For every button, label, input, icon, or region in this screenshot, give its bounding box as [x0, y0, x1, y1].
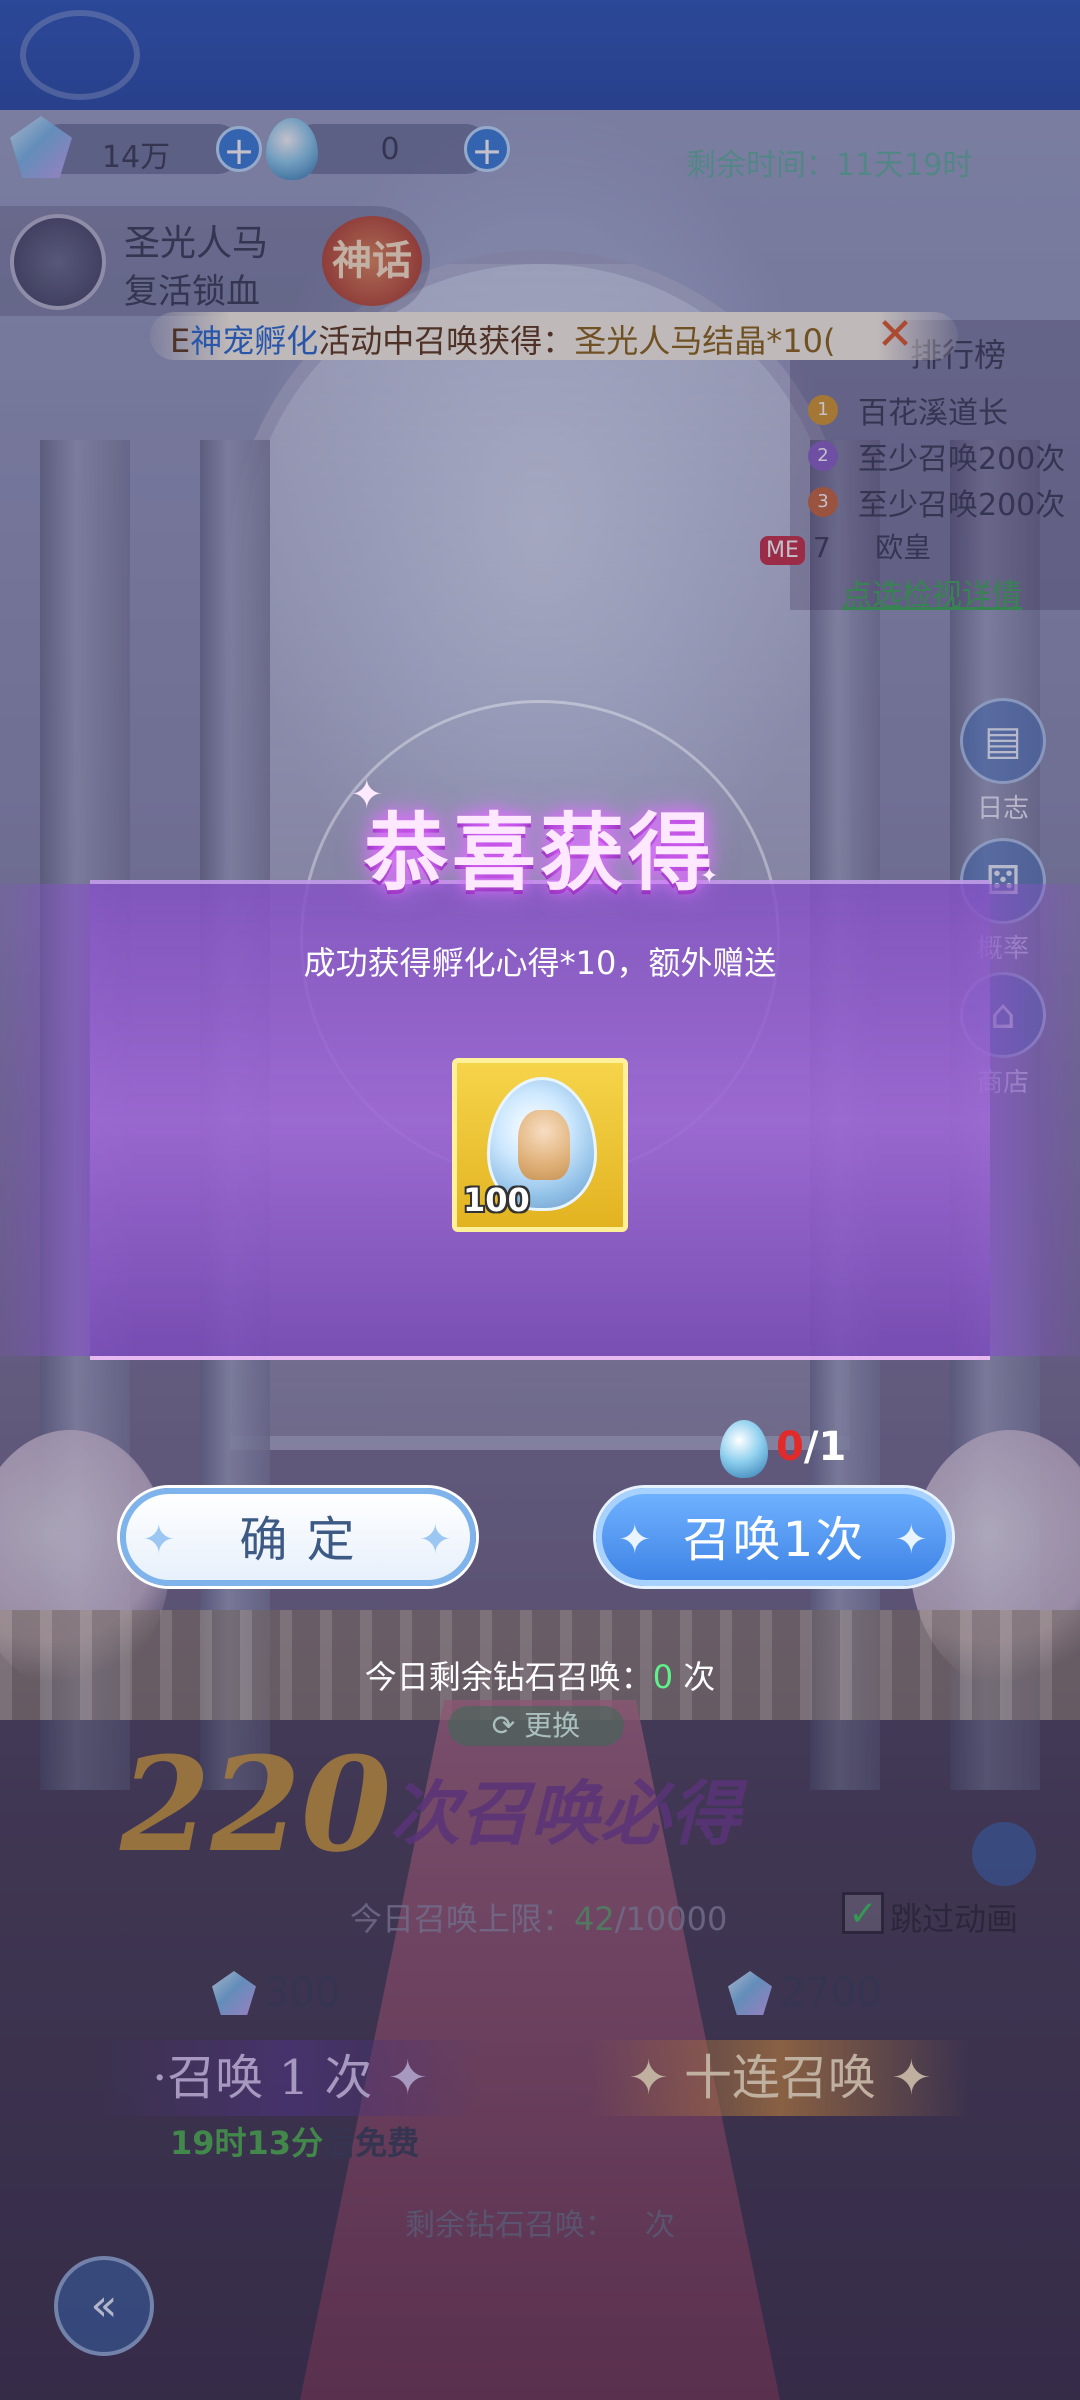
- sparkle-icon: ✦: [894, 1517, 930, 1563]
- sparkle-icon: ✦: [618, 1517, 654, 1563]
- summon-cost: 0/1: [776, 1424, 846, 1470]
- confirm-label: 确 定: [239, 1512, 357, 1568]
- summon-cost-total: /1: [803, 1424, 847, 1470]
- summon-once-button[interactable]: ✦ 召唤1次 ✦: [596, 1488, 952, 1586]
- today-remaining-count: 0: [652, 1658, 674, 1696]
- summon-cost-current: 0: [776, 1424, 804, 1470]
- today-remaining-label: 今日剩余钻石召唤：: [364, 1658, 653, 1696]
- reward-item[interactable]: 100: [452, 1058, 628, 1232]
- today-remaining-suffix: 次: [673, 1658, 716, 1696]
- summon-once-label: 召唤1次: [682, 1512, 866, 1568]
- sparkle-icon: ✦: [418, 1517, 454, 1563]
- confirm-button[interactable]: ✦ 确 定 ✦: [120, 1488, 476, 1586]
- modal-title: 恭喜获得: [363, 803, 716, 902]
- sparkle-icon: ✦: [142, 1517, 178, 1563]
- reward-count: 100: [463, 1181, 530, 1219]
- egg-icon: [720, 1420, 768, 1478]
- sparkle-icon: ✦: [700, 864, 719, 889]
- today-remaining: 今日剩余钻石召唤：0 次: [0, 1652, 1080, 1698]
- modal-message: 成功获得孵化心得*10，额外赠送: [303, 944, 777, 982]
- sparkle-icon: ✦: [350, 772, 384, 818]
